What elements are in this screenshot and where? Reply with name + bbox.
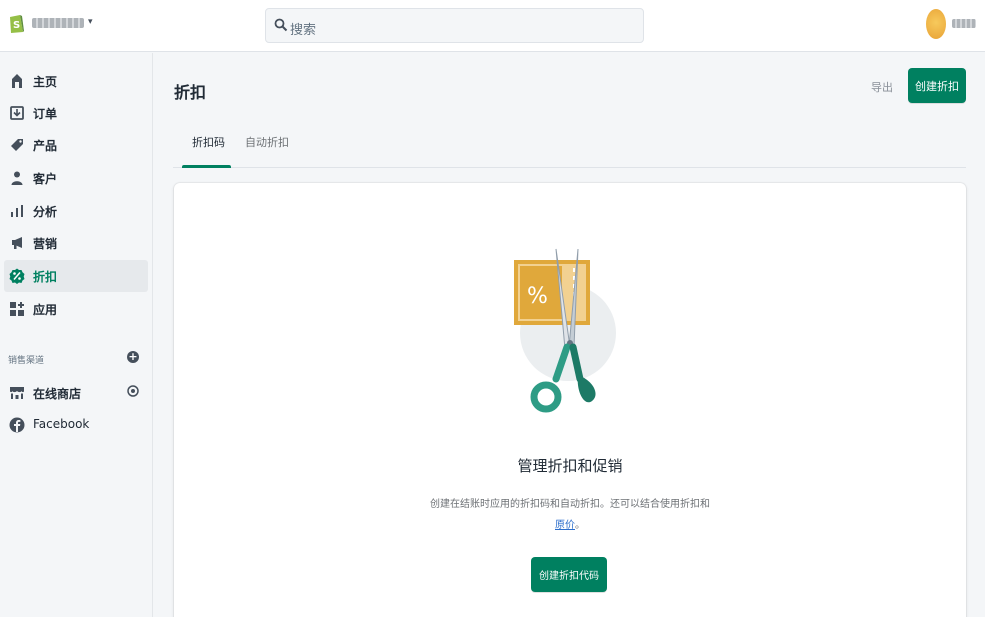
search-icon	[274, 18, 288, 32]
sidebar-item-facebook[interactable]: Facebook	[4, 409, 148, 441]
compare-at-price-link[interactable]: 原价	[555, 520, 575, 531]
scissors-coupon-illustration: %	[514, 248, 616, 413]
user-name[interactable]	[952, 19, 976, 28]
sidebar-item-label: 折扣	[33, 270, 58, 284]
bar-chart-icon	[11, 205, 23, 217]
top-bar: S ▾ 搜索	[0, 0, 985, 52]
tab-bar: 折扣码 自动折扣	[173, 124, 966, 168]
sidebar-item-label: 产品	[33, 139, 58, 153]
sidebar-item-label: 主页	[33, 75, 58, 89]
sidebar-item-home[interactable]: 主页	[4, 65, 148, 97]
search-input[interactable]: 搜索	[265, 8, 644, 43]
sidebar-item-label: Facebook	[33, 417, 90, 431]
orders-icon	[10, 106, 24, 120]
facebook-icon	[9, 417, 25, 433]
sidebar-item-customers[interactable]: 客户	[4, 162, 148, 194]
sales-channels-title: 销售渠道	[8, 356, 45, 366]
sidebar-item-label: 客户	[33, 172, 58, 186]
empty-state-card: % 管理折扣和促销 创建在结账时应用的折扣码和自动折扣。还可以结合使用折扣和 原…	[174, 183, 966, 617]
eye-icon[interactable]	[127, 385, 139, 397]
svg-text:%: %	[527, 284, 548, 309]
sidebar-item-orders[interactable]: 订单	[4, 97, 148, 129]
empty-state-link-line: 原价。	[174, 516, 966, 531]
megaphone-icon	[12, 237, 22, 249]
svg-text:S: S	[13, 20, 20, 31]
sidebar-item-discounts[interactable]: 折扣	[4, 260, 148, 292]
page-title: 折扣	[174, 83, 207, 102]
empty-state-title: 管理折扣和促销	[517, 457, 623, 475]
sidebar: 主页 订单 产品 客户 分析 营销 折扣 应用 销售渠道 + 在线商店 Face…	[0, 53, 153, 617]
sidebar-item-label: 分析	[33, 205, 58, 219]
shopify-logo[interactable]: S	[8, 12, 24, 34]
create-discount-button[interactable]: 创建折扣	[908, 68, 966, 103]
sidebar-item-apps[interactable]: 应用	[4, 293, 148, 325]
home-icon	[12, 74, 22, 88]
sidebar-item-label: 营销	[33, 237, 58, 251]
store-icon	[10, 387, 24, 399]
active-tab-indicator	[182, 165, 231, 168]
sidebar-item-label: 在线商店	[33, 387, 82, 401]
export-button[interactable]: 导出	[871, 79, 893, 95]
discount-icon	[9, 268, 25, 284]
empty-state-link-suffix: 。	[575, 520, 585, 531]
tab-discount-codes[interactable]: 折扣码	[192, 134, 225, 150]
tab-automatic-discounts[interactable]: 自动折扣	[245, 134, 289, 150]
tag-icon	[11, 139, 23, 151]
person-icon	[11, 171, 23, 185]
empty-state-description: 创建在结账时应用的折扣码和自动折扣。还可以结合使用折扣和	[430, 499, 710, 510]
search-placeholder: 搜索	[290, 23, 317, 38]
avatar[interactable]	[926, 9, 946, 39]
sidebar-item-marketing[interactable]: 营销	[4, 227, 148, 259]
store-name[interactable]	[32, 18, 84, 28]
apps-icon	[10, 302, 24, 316]
sidebar-item-label: 应用	[33, 303, 58, 317]
chevron-down-icon[interactable]: ▾	[88, 17, 93, 27]
sidebar-item-analytics[interactable]: 分析	[4, 195, 148, 227]
sidebar-item-label: 订单	[33, 107, 58, 121]
sidebar-item-products[interactable]: 产品	[4, 129, 148, 161]
add-channel-button[interactable]: +	[127, 351, 139, 363]
create-discount-code-button[interactable]: 创建折扣代码	[531, 557, 607, 592]
